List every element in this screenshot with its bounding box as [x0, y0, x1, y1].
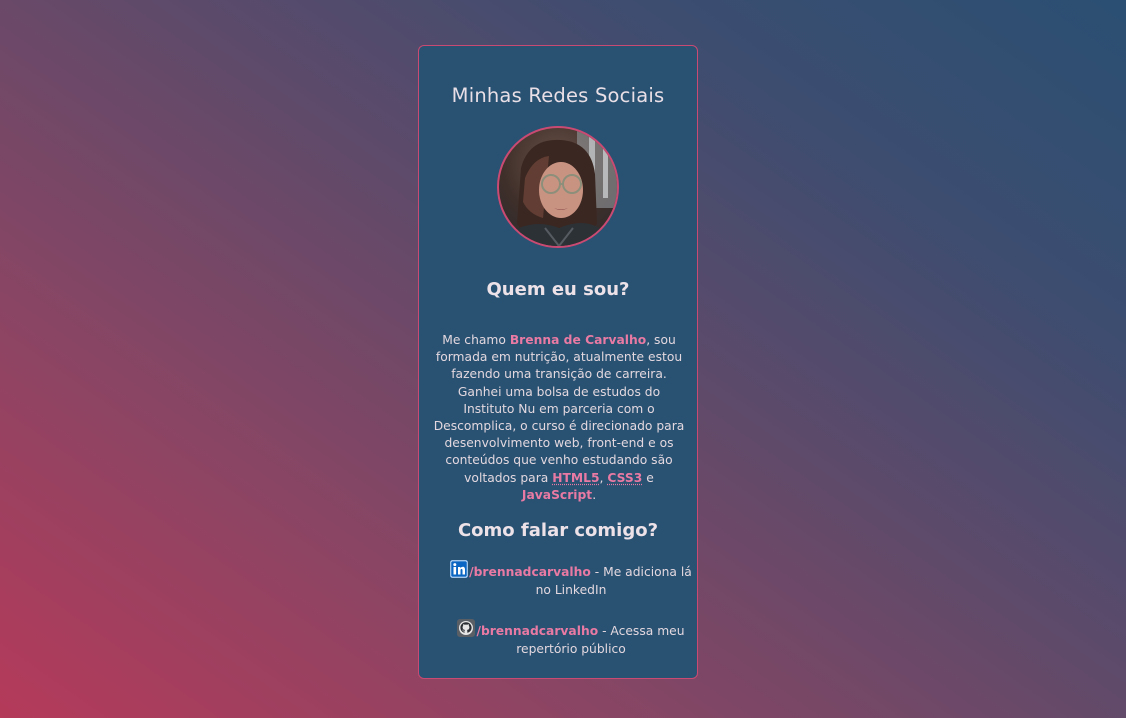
profile-photo-icon	[511, 128, 617, 246]
github-link[interactable]: /brennadcarvalho	[476, 624, 598, 638]
contact-heading: Como falar comigo?	[457, 520, 659, 541]
tech-html5: HTML5	[552, 470, 600, 485]
avatar	[497, 126, 619, 248]
linkedin-link[interactable]: /brennadcarvalho	[469, 565, 591, 579]
tech-javascript: JavaScript	[521, 487, 593, 502]
bio-end: .	[592, 487, 597, 502]
bio-paragraph: Me chamo Brenna de Carvalho, sou formada…	[431, 332, 687, 504]
bio-sentence2: Ganhei uma bolsa de estudos do Instituto…	[433, 384, 685, 485]
linkedin-icon[interactable]	[450, 560, 469, 578]
profile-card: Minhas Redes Sociais Quem eu sou? Me cha…	[418, 45, 698, 679]
bio-sep2: e	[642, 470, 654, 485]
tech-css3: CSS3	[607, 470, 643, 485]
contact-linkedin: /brennadcarvalho - Me adiciona lá no Lin…	[449, 560, 693, 599]
contact-github: /brennadcarvalho - Acessa meu repertório…	[449, 619, 693, 658]
about-heading: Quem eu sou?	[486, 279, 630, 300]
page-title: Minhas Redes Sociais	[451, 84, 665, 107]
github-icon[interactable]	[457, 619, 476, 637]
bio-name: Brenna de Carvalho	[509, 333, 647, 347]
bio-intro: Me chamo	[442, 333, 510, 347]
